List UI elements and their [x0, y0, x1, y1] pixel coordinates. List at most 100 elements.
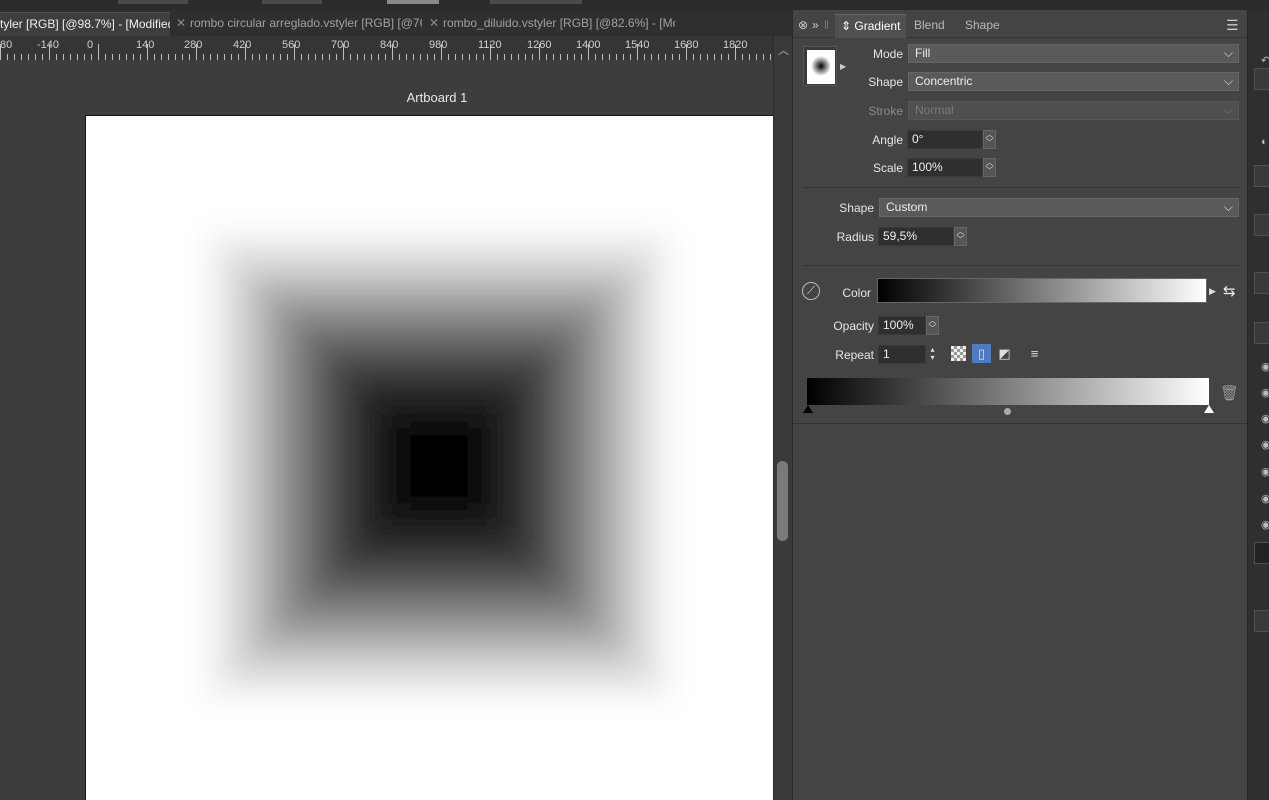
repeat-mode-icon[interactable]: ▯	[972, 344, 991, 363]
ruler-label: 840	[380, 39, 399, 51]
radius-stepper[interactable]: ︿ ﹀	[954, 227, 967, 246]
concentric-gradient-shape[interactable]	[86, 116, 773, 800]
top-toolbar-strip	[0, 0, 1269, 10]
ruler-label: 700	[331, 39, 350, 51]
ruler-label: 80	[0, 39, 13, 51]
ruler-label: 140	[136, 39, 155, 51]
scroll-up-icon[interactable]: ︿	[778, 42, 789, 58]
doc-tab-label: rombo circular arreglado.vstyler [RGB] […	[190, 16, 422, 30]
undo-icon[interactable]: ↶	[1261, 54, 1269, 67]
tab-shape[interactable]: Shape	[965, 14, 1000, 38]
panel-divider	[793, 423, 1248, 424]
eyedropper-icon[interactable]: ⟋	[802, 282, 820, 300]
gradient-stop-start[interactable]	[803, 405, 813, 413]
trash-icon[interactable]: 🗑	[1220, 384, 1239, 402]
repeat-stepper[interactable]: ▴ ▾	[926, 345, 939, 364]
shape-custom-value: Custom	[886, 200, 928, 214]
canvas-vertical-scrollbar[interactable]: ︿	[773, 36, 792, 800]
mode-value: Fill	[915, 46, 931, 60]
visibility-icon[interactable]: ◉	[1261, 518, 1269, 531]
visibility-icon[interactable]: ◉	[1261, 360, 1269, 373]
angle-label: Angle	[872, 133, 903, 147]
dock-panel-tab[interactable]	[1254, 214, 1269, 236]
swap-icon[interactable]: ⇆	[1223, 282, 1236, 300]
mode-dropdown[interactable]: Fill ⌵	[908, 44, 1239, 63]
doc-tab[interactable]: ✕ rombo_diluido.vstyler [RGB] [@82.6%] - …	[425, 12, 675, 36]
transparency-checker-icon[interactable]	[949, 344, 968, 363]
collapse-icon[interactable]: »	[812, 18, 819, 32]
scale-input[interactable]: 100%	[907, 158, 983, 177]
color-expand-icon[interactable]: ▶	[1209, 286, 1216, 297]
dither-icon[interactable]: ◩	[995, 344, 1014, 363]
shape-custom-dropdown[interactable]: Custom ⌵	[879, 198, 1239, 217]
ruler-label: 420	[233, 39, 252, 51]
doc-tab-active[interactable]: tyler [RGB] [@98.7%] - [Modified]	[0, 12, 170, 36]
dock-icon[interactable]: ◐	[1261, 136, 1268, 148]
visibility-icon[interactable]: ◉	[1261, 438, 1269, 451]
chevron-down-icon: ⌵	[1223, 46, 1233, 60]
visibility-icon[interactable]: ◉	[1261, 412, 1269, 425]
right-dock-strip: ↶ ◐ ◉ ◉ ◉ ◉ ◉ ◉ ◉	[1247, 10, 1269, 800]
dock-panel-tab[interactable]	[1254, 68, 1269, 90]
section-divider	[803, 187, 1239, 188]
repeat-label: Repeat	[835, 348, 874, 362]
stroke-value: Normal	[915, 103, 954, 117]
ruler-label: 0	[87, 39, 94, 51]
preview-expand-icon[interactable]: ▶	[840, 62, 846, 71]
shape-custom-label: Shape	[839, 201, 874, 215]
close-icon[interactable]: ✕	[176, 12, 190, 34]
toolbar-pattern-control[interactable]	[387, 0, 439, 4]
shape-dropdown[interactable]: Concentric ⌵	[908, 72, 1239, 91]
angle-stepper[interactable]: ︿ ﹀	[983, 130, 996, 149]
dock-panel-tab[interactable]	[1254, 272, 1269, 294]
opacity-stepper[interactable]: ︿ ﹀	[926, 316, 939, 335]
ruler-label: 1400	[576, 39, 601, 51]
dock-panel-tab[interactable]	[1254, 165, 1269, 187]
visibility-icon[interactable]: ◉	[1261, 492, 1269, 505]
settings-sliders-icon[interactable]: ≡	[1025, 344, 1044, 363]
gradient-preview-swatch[interactable]	[803, 46, 837, 86]
ruler-label: 980	[429, 39, 448, 51]
mode-label: Mode	[872, 47, 903, 61]
dock-panel-tab[interactable]	[1254, 322, 1269, 344]
angle-input[interactable]: 0°	[907, 130, 983, 149]
scrollbar-thumb[interactable]	[777, 461, 788, 541]
doc-tab[interactable]: ✕ rombo circular arreglado.vstyler [RGB] …	[172, 12, 422, 36]
scale-stepper[interactable]: ︿ ﹀	[983, 158, 996, 177]
document-tabs: tyler [RGB] [@98.7%] - [Modified] ✕ rombo…	[0, 10, 792, 36]
tab-label: Blend	[914, 18, 945, 32]
visibility-icon[interactable]: ◉	[1261, 386, 1269, 399]
tab-blend[interactable]: Blend	[914, 14, 945, 38]
tab-label: Shape	[965, 18, 1000, 32]
gradient-midpoint[interactable]	[1004, 408, 1011, 415]
scale-label: Scale	[872, 161, 903, 175]
tab-gradient[interactable]: ⇕ Gradient	[835, 14, 907, 38]
ruler-label: 560	[282, 39, 301, 51]
gradient-stop-end[interactable]	[1204, 405, 1214, 413]
visibility-icon[interactable]: ◉	[1261, 465, 1269, 478]
chevron-down-icon: ⌵	[1223, 74, 1233, 88]
close-icon[interactable]: ⊗	[798, 18, 808, 32]
toolbar-control[interactable]	[490, 0, 582, 4]
toolbar-control[interactable]	[118, 0, 188, 4]
ruler-label: 1540	[625, 39, 650, 51]
dock-panel-tab[interactable]	[1254, 610, 1269, 632]
gradient-stops-bar[interactable]	[807, 378, 1209, 405]
tab-sort-icon: ⇕	[841, 19, 852, 33]
toolbar-control[interactable]	[262, 0, 322, 4]
dock-panel-tab[interactable]	[1254, 542, 1269, 564]
panel-tab-bar: ⊗ » ‖ ⇕ Gradient Blend Shape ☰	[793, 14, 1248, 38]
opacity-input[interactable]: 100%	[878, 316, 926, 335]
repeat-input[interactable]: 1	[878, 345, 926, 364]
radius-input[interactable]: 59,5%	[878, 227, 954, 246]
ruler-label: 280	[184, 39, 203, 51]
menu-icon[interactable]: ☰	[1226, 17, 1239, 34]
doc-tab-label: rombo_diluido.vstyler [RGB] [@82.6%] - […	[443, 16, 675, 30]
color-gradient-bar[interactable]	[877, 278, 1207, 303]
canvas-area[interactable]: Artboard 1	[0, 60, 773, 800]
panel-grip-icon[interactable]: ‖	[824, 18, 829, 32]
artboard[interactable]	[85, 115, 773, 800]
section-divider	[803, 265, 1239, 266]
close-icon[interactable]: ✕	[429, 12, 443, 34]
gradient-panel: ⊗ » ‖ ⇕ Gradient Blend Shape ☰ ▶ Mode Fi…	[792, 10, 1248, 800]
